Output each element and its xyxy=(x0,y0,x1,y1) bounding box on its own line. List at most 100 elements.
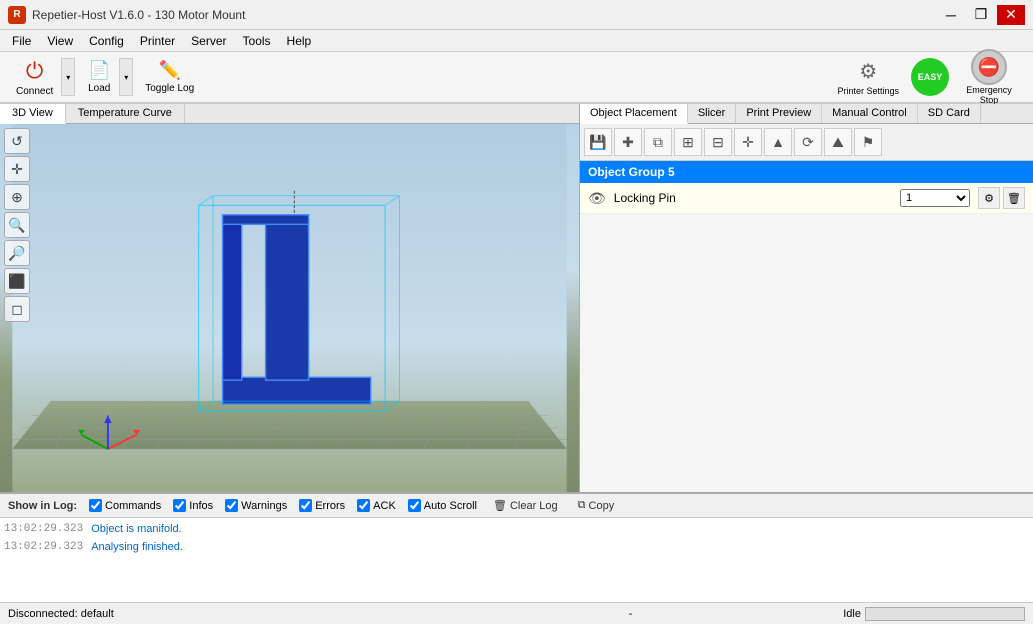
quantity-select[interactable]: 1 2 3 xyxy=(900,189,970,207)
log-panel: Show in Log: Commands Infos Warnings Err… xyxy=(0,492,1033,602)
load-button[interactable]: 📄 Load xyxy=(79,57,119,97)
right-tab-1[interactable]: Slicer xyxy=(688,104,737,123)
close-button[interactable]: ✕ xyxy=(997,5,1025,25)
show-in-log-label: Show in Log: xyxy=(8,500,77,512)
errors-label: Errors xyxy=(315,500,345,512)
right-tab-3[interactable]: Manual Control xyxy=(822,104,918,123)
move-button[interactable]: ⊕ xyxy=(4,184,30,210)
window-controls: ─ ❐ ✕ xyxy=(937,5,1025,25)
filter-errors[interactable]: Errors xyxy=(299,499,345,512)
titlebar-left: R Repetier-Host V1.6.0 - 130 Motor Mount xyxy=(8,6,245,24)
rotate3d-btn[interactable]: ⟳ xyxy=(794,128,822,156)
menu-item-server[interactable]: Server xyxy=(183,32,234,50)
restore-button[interactable]: ❐ xyxy=(967,5,995,25)
menu-item-help[interactable]: Help xyxy=(279,32,320,50)
log-time-1: 13:02:29.323 xyxy=(4,538,83,556)
copy-icon: ⧉ xyxy=(578,499,586,512)
copy-label: Copy xyxy=(589,500,615,512)
visibility-toggle[interactable]: 👁 xyxy=(588,190,606,207)
right-tab-2[interactable]: Print Preview xyxy=(736,104,822,123)
connect-group: ⏻ Connect ▾ xyxy=(8,55,75,100)
perspective-button[interactable]: ⬛ xyxy=(4,268,30,294)
quantity-select-container: 1 2 3 xyxy=(900,189,970,207)
view-tab-1[interactable]: Temperature Curve xyxy=(66,104,185,123)
menu-item-config[interactable]: Config xyxy=(81,32,132,50)
warnings-checkbox[interactable] xyxy=(225,499,238,512)
emergency-stop-label: Emergency Stop xyxy=(959,85,1019,105)
isometric-button[interactable]: ◻ xyxy=(4,296,30,322)
minimize-button[interactable]: ─ xyxy=(937,5,965,25)
filter-warnings[interactable]: Warnings xyxy=(225,499,287,512)
printer-settings-button[interactable]: ⚙ Printer Settings xyxy=(829,56,907,99)
menu-item-printer[interactable]: Printer xyxy=(132,32,183,50)
status-right: Idle xyxy=(843,607,1025,621)
center-btn[interactable]: ✛ xyxy=(734,128,762,156)
toggle-log-button[interactable]: ✏️ Toggle Log xyxy=(137,57,202,97)
menu-item-tools[interactable]: Tools xyxy=(235,32,279,50)
zoom-in-button[interactable]: 🔍 xyxy=(4,212,30,238)
right-tab-0[interactable]: Object Placement xyxy=(580,104,688,124)
save-btn[interactable]: 💾 xyxy=(584,128,612,156)
connect-icon: ⏻ xyxy=(26,58,43,84)
view-tab-0[interactable]: 3D View xyxy=(0,104,66,124)
ack-checkbox[interactable] xyxy=(357,499,370,512)
rotate-reset-button[interactable]: ↺ xyxy=(4,128,30,154)
togglelog-icon: ✏️ xyxy=(159,60,181,81)
emergency-stop-button[interactable]: ⛔ Emergency Stop xyxy=(953,46,1025,108)
copy-btn[interactable]: ⧉ xyxy=(644,128,672,156)
menu-item-view[interactable]: View xyxy=(39,32,81,50)
filter-ack[interactable]: ACK xyxy=(357,499,396,512)
grid2-btn[interactable]: ⊟ xyxy=(704,128,732,156)
easy-mode-button[interactable]: EASY xyxy=(911,58,949,96)
view-tabs: 3D ViewTemperature Curve xyxy=(0,104,579,124)
connect-label: Connect xyxy=(16,86,53,97)
autoscroll-checkbox[interactable] xyxy=(408,499,421,512)
object-delete-btn[interactable]: 🗑 xyxy=(1003,187,1025,209)
errors-checkbox[interactable] xyxy=(299,499,312,512)
clear-log-label: Clear Log xyxy=(510,500,558,512)
app-icon: R xyxy=(8,6,26,24)
copy-log-button[interactable]: ⧉ Copy xyxy=(574,497,619,514)
ack-label: ACK xyxy=(373,500,396,512)
right-tab-4[interactable]: SD Card xyxy=(918,104,981,123)
filter-infos[interactable]: Infos xyxy=(173,499,213,512)
log-msg-1: Analysing finished. xyxy=(91,538,183,556)
commands-checkbox[interactable] xyxy=(89,499,102,512)
3d-toolbar: ↺ ✛ ⊕ 🔍 🔎 ⬛ ◻ xyxy=(4,128,30,322)
load-icon: 📄 xyxy=(88,60,110,81)
log-content: 13:02:29.323 Object is manifold. 13:02:2… xyxy=(0,518,1033,602)
trash-icon: 🗑 xyxy=(493,499,507,512)
right-panel: Object PlacementSlicerPrint PreviewManua… xyxy=(580,104,1033,492)
connect-button[interactable]: ⏻ Connect xyxy=(8,55,61,100)
arrow-up-btn[interactable]: ▲ xyxy=(764,128,792,156)
menu-item-file[interactable]: File xyxy=(4,32,39,50)
filter-autoscroll[interactable]: Auto Scroll xyxy=(408,499,477,512)
load-group: 📄 Load ▾ xyxy=(79,57,133,97)
flag-btn[interactable]: ⚑ xyxy=(854,128,882,156)
connect-dropdown[interactable]: ▾ xyxy=(61,58,75,96)
clear-log-button[interactable]: 🗑 Clear Log xyxy=(489,497,562,514)
log-entry-0: 13:02:29.323 Object is manifold. xyxy=(4,520,1029,538)
object-settings-btn[interactable]: ⚙ xyxy=(978,187,1000,209)
add-btn[interactable]: ✚ xyxy=(614,128,642,156)
object-actions: ⚙ 🗑 xyxy=(978,187,1025,209)
status-center: - xyxy=(426,608,836,620)
mountain-btn[interactable]: ⛰ xyxy=(824,128,852,156)
warnings-label: Warnings xyxy=(241,500,287,512)
pan-button[interactable]: ✛ xyxy=(4,156,30,182)
log-time-0: 13:02:29.323 xyxy=(4,520,83,538)
grid-btn[interactable]: ⊞ xyxy=(674,128,702,156)
log-entry-1: 13:02:29.323 Analysing finished. xyxy=(4,538,1029,556)
filter-commands[interactable]: Commands xyxy=(89,499,161,512)
commands-label: Commands xyxy=(105,500,161,512)
object-item: 👁 Locking Pin 1 2 3 ⚙ 🗑 xyxy=(580,183,1033,214)
zoom-out-button[interactable]: 🔎 xyxy=(4,240,30,266)
toolbar: ⏻ Connect ▾ 📄 Load ▾ ✏️ Toggle Log ⚙ Pri… xyxy=(0,52,1033,104)
load-dropdown[interactable]: ▾ xyxy=(119,58,133,96)
main-content: 3D ViewTemperature Curve ↺ ✛ ⊕ 🔍 🔎 ⬛ ◻ xyxy=(0,104,1033,492)
3d-viewport[interactable]: ↺ ✛ ⊕ 🔍 🔎 ⬛ ◻ xyxy=(0,124,579,492)
load-label: Load xyxy=(88,83,110,94)
object-name: Locking Pin xyxy=(614,191,892,205)
infos-checkbox[interactable] xyxy=(173,499,186,512)
statusbar: Disconnected: default - Idle xyxy=(0,602,1033,624)
